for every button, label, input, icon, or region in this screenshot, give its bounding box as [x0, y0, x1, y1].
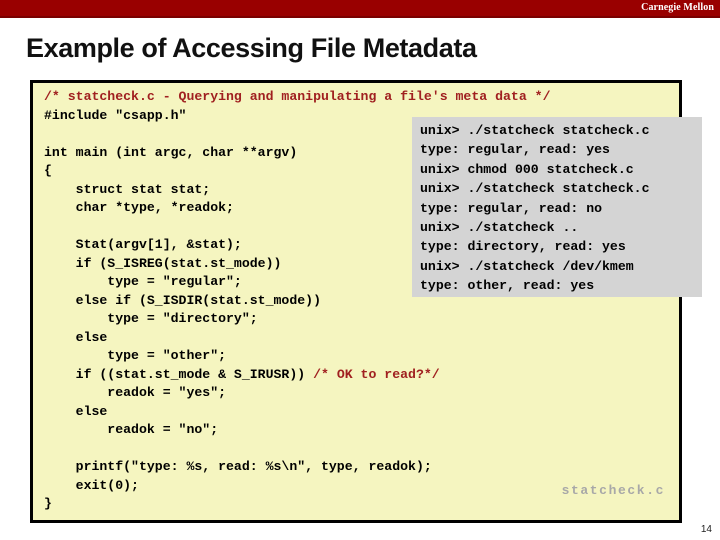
- terminal-output-panel: unix> ./statcheck statcheck.c type: regul…: [412, 117, 702, 297]
- code-line: printf("type: %s, read: %s\n", type, rea…: [44, 458, 550, 477]
- code-text: type = "other";: [44, 348, 227, 363]
- code-text: type = "regular";: [44, 274, 242, 289]
- code-text: {: [44, 163, 52, 178]
- carnegie-mellon-wordmark: Carnegie Mellon: [641, 2, 714, 13]
- terminal-line: unix> ./statcheck statcheck.c: [420, 123, 650, 138]
- terminal-transcript: unix> ./statcheck statcheck.c type: regul…: [420, 121, 650, 296]
- code-text: readok = "no";: [44, 422, 219, 437]
- code-text: Stat(argv[1], &stat);: [44, 237, 242, 252]
- code-text: #include "csapp.h": [44, 107, 187, 123]
- code-line: type = "other";: [44, 347, 550, 366]
- code-line: readok = "no";: [44, 421, 550, 440]
- code-text: struct stat stat;: [44, 181, 211, 197]
- code-line: }: [44, 495, 550, 514]
- terminal-line: type: regular, read: no: [420, 200, 603, 216]
- code-text: printf("type: %s, read: %s\n", type, rea…: [44, 459, 432, 474]
- terminal-line: unix> ./statcheck statcheck.c: [420, 181, 650, 197]
- brand-bar-shadow: [0, 16, 720, 18]
- code-line: readok = "yes";: [44, 384, 550, 403]
- page-title: Example of Accessing File Metadata: [26, 33, 477, 63]
- code-text: exit(0);: [44, 477, 139, 493]
- terminal-line: type: regular, read: yes: [420, 142, 610, 158]
- code-text: else if (S_ISDIR(stat.st_mode)): [44, 292, 321, 308]
- terminal-line: unix> ./statcheck ..: [420, 219, 579, 235]
- code-text: }: [44, 496, 52, 511]
- terminal-line: type: directory, read: yes: [420, 239, 626, 255]
- code-line: else: [44, 329, 550, 348]
- terminal-line: type: other, read: yes: [420, 278, 595, 294]
- code-comment: /* statcheck.c - Querying and manipulati…: [44, 89, 551, 104]
- code-watermark-filename: statcheck.c: [561, 483, 665, 498]
- terminal-line: unix> ./statcheck /dev/kmem: [420, 258, 634, 274]
- code-text: type = "directory";: [44, 311, 258, 326]
- code-line: type = "directory";: [44, 310, 550, 329]
- code-text: else: [44, 329, 108, 345]
- brand-bar: [0, 0, 720, 16]
- code-text: else: [44, 403, 108, 419]
- code-text: if ((stat.st_mode & S_IRUSR)): [44, 366, 314, 382]
- code-line: /* statcheck.c - Querying and manipulati…: [44, 88, 550, 107]
- terminal-line: unix> chmod 000 statcheck.c: [420, 161, 634, 177]
- page-number: 14: [700, 524, 712, 535]
- code-line: else: [44, 403, 550, 422]
- code-line: if ((stat.st_mode & S_IRUSR)) /* OK to r…: [44, 366, 550, 385]
- code-text: if (S_ISREG(stat.st_mode)): [44, 255, 282, 271]
- code-line: exit(0);: [44, 477, 550, 496]
- code-text: readok = "yes";: [44, 385, 227, 400]
- code-text: char *type, *readok;: [44, 200, 234, 215]
- code-text: int main (int argc, char **argv): [44, 144, 298, 160]
- code-comment: /* OK to read?*/: [313, 366, 440, 382]
